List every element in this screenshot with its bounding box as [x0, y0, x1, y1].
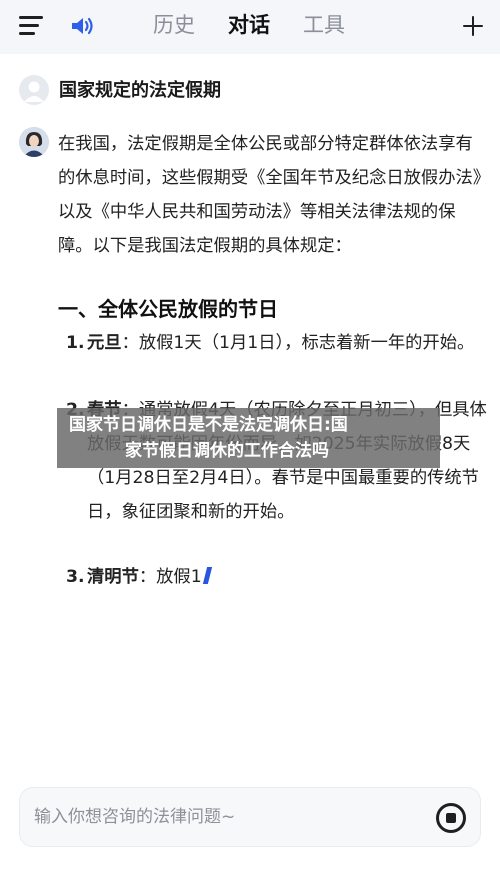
app-screen: 历史 对话 工具 国家规定的法定假期 在我国，法定假期是全体公民或部分特定群体依…: [0, 0, 500, 873]
answer-intro: 在我国，法定假期是全体公民或部分特定群体依法享有的休息时间，这些假期受《全国年节…: [58, 134, 482, 256]
holiday-detail: ：放假1天（1月1日），标志着新一年的开始。: [121, 333, 475, 353]
user-avatar: [19, 75, 49, 105]
list-number: 1.: [66, 333, 85, 353]
stop-icon: [446, 813, 456, 823]
holiday-detail: ：放假1: [138, 567, 202, 587]
typing-cursor-icon: [202, 567, 212, 584]
overlay-title-line: 国家节日调休日是不是法定调休日:国: [69, 415, 348, 435]
tab-chat[interactable]: 对话: [228, 10, 270, 40]
menu-icon[interactable]: [19, 16, 43, 36]
holiday-name: 元旦: [87, 333, 122, 353]
user-silhouette-icon: [24, 81, 44, 102]
user-question: 国家规定的法定假期: [59, 80, 221, 101]
tab-history[interactable]: 历史: [153, 10, 195, 40]
assistant-avatar: [19, 127, 49, 157]
overlay-title-line: 家节假日调休的工作合法吗: [125, 441, 329, 461]
assistant-portrait-icon: [19, 127, 49, 157]
question-input[interactable]: [34, 802, 424, 832]
top-bar: 历史 对话 工具: [0, 0, 500, 54]
list-number: 3.: [66, 567, 85, 587]
speaker-icon[interactable]: [70, 14, 96, 38]
stop-button[interactable]: [436, 803, 466, 833]
new-chat-plus-icon[interactable]: [462, 15, 484, 37]
holiday-name: 清明节: [87, 567, 139, 587]
overlay-title-banner: 国家节日调休日是不是法定调休日:国 家节假日调休的工作合法吗: [57, 408, 440, 468]
tab-tools[interactable]: 工具: [303, 10, 345, 40]
section-heading: 一、全体公民放假的节日: [58, 297, 278, 321]
question-input-box: [19, 787, 481, 847]
